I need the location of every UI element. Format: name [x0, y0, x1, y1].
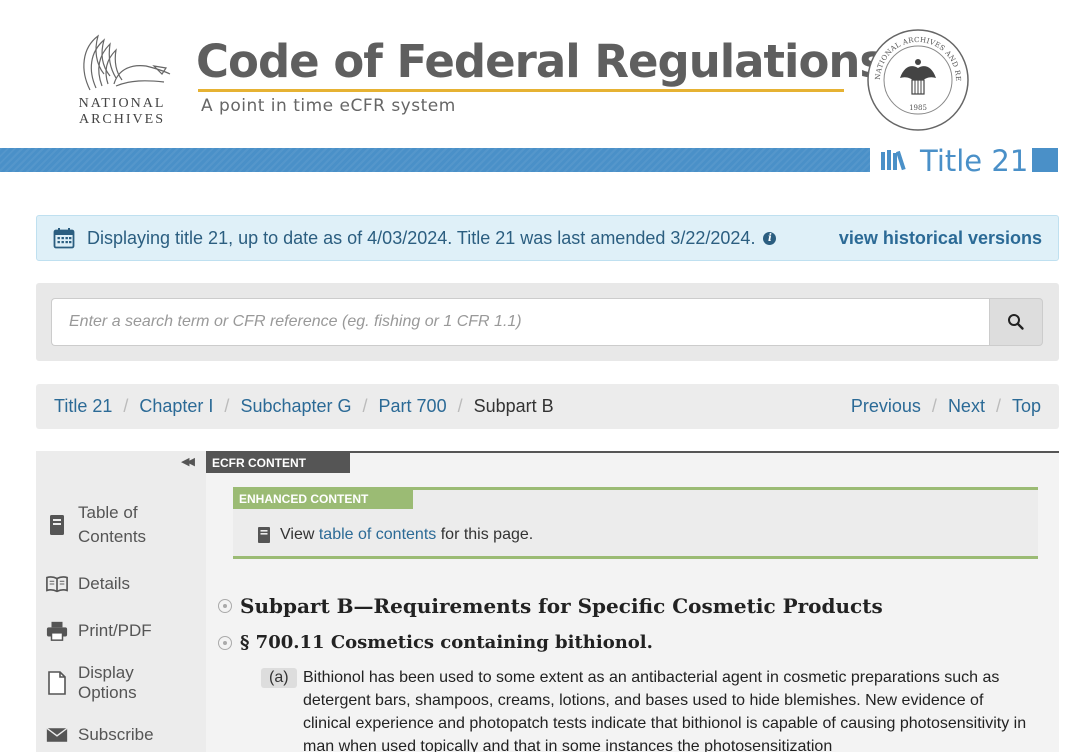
enhanced-prefix: View	[280, 526, 315, 543]
date-info-banner: Displaying title 21, up to date as of 4/…	[36, 215, 1059, 261]
breadcrumb-separator: /	[362, 396, 368, 416]
paragraph-label[interactable]: (a)	[261, 668, 297, 688]
sidebar-item-subscribe[interactable]: Subscribe	[46, 725, 154, 745]
breadcrumb-current: Subpart B	[473, 396, 554, 416]
search-button[interactable]	[989, 298, 1043, 346]
sidebar-label: Contents	[78, 527, 147, 546]
sidebar-label: Options	[78, 683, 137, 702]
sidebar-label: Display	[78, 663, 134, 682]
enhanced-content-box: ENHANCED CONTENT View table of contents …	[233, 487, 1038, 559]
title-band-end	[1032, 148, 1058, 172]
site-title[interactable]: Code of Federal Regulations	[196, 34, 886, 90]
view-historical-versions-link[interactable]: view historical versions	[839, 228, 1042, 249]
breadcrumb-subchapter[interactable]: Subchapter G	[240, 396, 351, 417]
expand-circle-icon[interactable]	[218, 599, 232, 613]
next-link[interactable]: Next	[948, 396, 985, 417]
document-icon	[46, 671, 68, 695]
sidebar-label: Print/PDF	[78, 621, 152, 640]
nav-separator: /	[995, 396, 1001, 416]
breadcrumb-title[interactable]: Title 21	[54, 396, 112, 417]
search-input[interactable]	[51, 298, 989, 346]
sidebar-label: Table of	[78, 503, 138, 522]
printer-icon	[46, 620, 68, 642]
top-link[interactable]: Top	[1012, 396, 1041, 417]
breadcrumb-separator: /	[123, 396, 129, 416]
sidebar-label: Details	[78, 574, 130, 593]
site-header: NATIONAL ARCHIVES Code of Federal Regula…	[0, 0, 1080, 148]
search-panel	[36, 283, 1059, 361]
nav-separator: /	[931, 396, 937, 416]
paragraph-text: Bithionol has been used to some extent a…	[303, 669, 1027, 752]
previous-link[interactable]: Previous	[851, 396, 921, 417]
expand-circle-icon[interactable]	[218, 635, 232, 650]
breadcrumb-separator: /	[457, 396, 463, 416]
sidebar-item-table-of-contents[interactable]: Table of Contents	[46, 503, 146, 547]
national-archives-wordmark: NATIONAL ARCHIVES	[66, 96, 178, 128]
date-info-text: Displaying title 21, up to date as of 4/…	[87, 227, 756, 248]
table-of-contents-link[interactable]: table of contents	[319, 526, 436, 544]
breadcrumb-part[interactable]: Part 700	[379, 396, 447, 417]
breadcrumb-chapter[interactable]: Chapter I	[139, 396, 213, 417]
book-icon	[257, 526, 271, 544]
info-icon[interactable]: i	[763, 231, 777, 245]
section-heading: § 700.11 Cosmetics containing bithionol.	[218, 632, 653, 653]
subpart-heading-text: Subpart B—Requirements for Specific Cosm…	[240, 594, 883, 618]
open-book-icon	[46, 575, 68, 593]
title-underline	[198, 89, 844, 92]
breadcrumb-separator: /	[224, 396, 230, 416]
sidebar-item-details[interactable]: Details	[46, 574, 130, 594]
sidebar-label: Subscribe	[78, 725, 154, 744]
books-icon	[880, 144, 910, 178]
nara-seal-icon: NATIONAL ARCHIVES AND RECORDS ADMINISTRA…	[866, 28, 969, 131]
title-label[interactable]: Title 21	[880, 144, 1028, 178]
enhanced-suffix: for this page.	[440, 526, 534, 543]
envelope-icon	[46, 726, 68, 744]
search-icon	[1008, 314, 1024, 330]
section-heading-text: § 700.11 Cosmetics containing bithionol.	[240, 632, 653, 653]
enhanced-content-row: View table of contents for this page.	[257, 526, 533, 544]
subpart-heading: Subpart B—Requirements for Specific Cosm…	[218, 594, 883, 618]
ecfr-content-tab: ECFR CONTENT	[206, 453, 350, 473]
national-archives-logo[interactable]: NATIONAL ARCHIVES	[66, 30, 178, 130]
enhanced-content-tab: ENHANCED CONTENT	[233, 489, 413, 509]
site-subtitle: A point in time eCFR system	[201, 96, 456, 116]
title-label-text: Title 21	[920, 144, 1029, 178]
logo-text-line1: NATIONAL	[78, 96, 166, 111]
logo-text-line2: ARCHIVES	[78, 112, 165, 127]
eagle-icon	[83, 34, 171, 91]
title-band-pattern	[0, 148, 870, 172]
main-content: ECFR CONTENT ENHANCED CONTENT View table…	[206, 451, 1059, 752]
calendar-icon	[53, 227, 75, 249]
paragraph-a: (a) Bithionol has been used to some exte…	[261, 666, 1031, 752]
collapse-sidebar-button[interactable]: ◀◀	[181, 455, 195, 468]
breadcrumb: Title 21 / Chapter I / Subchapter G / Pa…	[36, 384, 1059, 429]
sidebar-item-print-pdf[interactable]: Print/PDF	[46, 620, 152, 642]
book-icon	[46, 514, 68, 536]
sidebar-item-display-options[interactable]: Display Options	[46, 663, 137, 703]
sidebar: ◀◀ Table of Contents Details Print/PDF D…	[36, 451, 206, 752]
seal-year: 1985	[909, 104, 927, 112]
